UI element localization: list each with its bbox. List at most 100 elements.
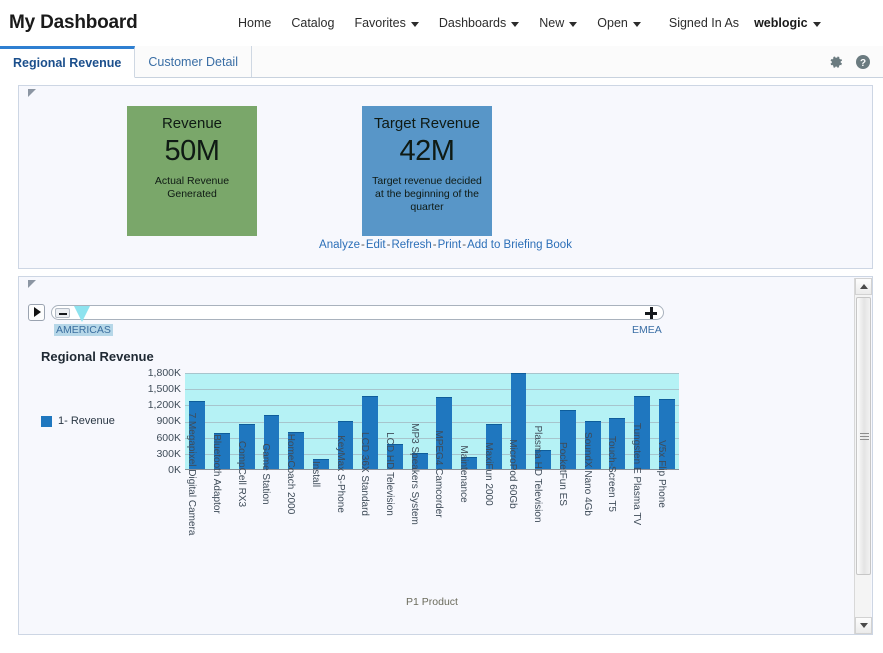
print-link[interactable]: Print [438, 239, 462, 251]
slider-minus-button[interactable] [55, 307, 70, 318]
x-label-slot: MicroPod 60Gb [506, 439, 531, 592]
x-label-slot: LCD HD Television [383, 432, 408, 592]
global-header: My Dashboard Home Catalog Favorites Dash… [0, 0, 883, 46]
tab-customer-detail[interactable]: Customer Detail [135, 46, 252, 77]
x-label-slot: Bluetooth Adaptor [210, 434, 235, 592]
x-label-slot: Install [309, 461, 334, 592]
y-axis-tick: 1,500K [147, 383, 181, 396]
x-axis-tick: 7 Megapixel Digital Camera [186, 412, 198, 536]
slider-plus-button[interactable] [645, 307, 657, 319]
chevron-down-icon [410, 21, 419, 27]
nav-item-label: Catalog [291, 16, 335, 30]
slider-play-button[interactable] [28, 303, 45, 321]
nav-item-home[interactable]: Home [228, 12, 281, 34]
tabstrip-actions: ? [828, 46, 883, 77]
kpi-tiles: Revenue 50M Actual Revenue Generated Tar… [19, 103, 872, 238]
slider-track[interactable] [51, 304, 664, 322]
x-axis-tick: MaxiFun 2000 [482, 442, 494, 506]
collapse-triangle-icon [28, 89, 36, 97]
x-axis-tick: Maintenance [458, 445, 470, 503]
kpi-tile-target-revenue[interactable]: Target Revenue 42M Target revenue decide… [362, 106, 492, 236]
kpi-section-collapse-handle[interactable] [19, 86, 872, 103]
x-label-slot: SoundX Nano 4Gb [580, 432, 605, 592]
nav-item-label: Dashboards [438, 16, 507, 30]
chart-plot-area: 1- Revenue 1,800K 1,500K 1,200K 900K 600K 300… [19, 367, 679, 618]
play-icon [34, 307, 41, 317]
kpi-description: Actual Revenue Generated [154, 175, 230, 200]
x-axis-tick: Game Station [260, 443, 272, 505]
x-label-slot: Maintenance [457, 445, 482, 592]
add-to-briefing-book-link[interactable]: Add to Briefing Book [467, 239, 572, 251]
x-label-slot: MPEG4 Camcorder [432, 430, 457, 592]
chart-title: Regional Revenue [41, 349, 154, 364]
slider-current-value: AMERICAS [54, 324, 113, 336]
kpi-value: 50M [164, 135, 220, 167]
x-axis-tick: Tungsten E Plasma TV [631, 422, 642, 526]
kpi-value: 42M [399, 135, 455, 167]
tab-label: Regional Revenue [13, 56, 122, 70]
scroll-down-button[interactable] [855, 617, 872, 634]
edit-link[interactable]: Edit [366, 239, 386, 251]
x-label-slot: Plasma HD Television [531, 425, 556, 592]
y-axis-tick: 0K [168, 463, 181, 476]
user-menu[interactable]: weblogic [739, 12, 830, 34]
nav-item-open[interactable]: Open [587, 12, 651, 34]
chevron-down-icon [569, 21, 578, 27]
scrollbar-grip-icon [860, 431, 869, 441]
region-slider [28, 300, 679, 324]
gear-icon[interactable] [828, 54, 844, 70]
y-axis-labels: 1,800K 1,500K 1,200K 900K 600K 300K 0K [129, 367, 181, 481]
x-axis-tick: HomeCoach 2000 [285, 433, 297, 515]
x-label-slot: Touch-Screen T5 [605, 436, 630, 592]
kpi-action-links: Analyze-Edit-Refresh-Print-Add to Briefi… [19, 238, 872, 251]
x-axis-tick: MPEG4 Camcorder [433, 430, 445, 518]
x-axis-tick: LCD 36X Standard [359, 432, 371, 516]
nav-item-label: Home [238, 16, 272, 30]
nav-item-dashboards[interactable]: Dashboards [429, 12, 529, 34]
nav-item-new[interactable]: New [529, 12, 587, 34]
x-label-slot: CompCell RX3 [234, 441, 259, 592]
refresh-link[interactable]: Refresh [391, 239, 431, 251]
legend-swatch [41, 415, 52, 427]
dashboard-tabs: Regional Revenue Customer Detail ? [0, 46, 883, 78]
x-axis-tick: MP3 Speakers System [408, 423, 420, 525]
slider-max-value: EMEA [632, 324, 662, 336]
kpi-title: Revenue [161, 115, 223, 132]
scroll-up-button[interactable] [855, 278, 872, 295]
chart-section-collapse-handle[interactable] [19, 277, 679, 294]
kpi-tile-revenue[interactable]: Revenue 50M Actual Revenue Generated [127, 106, 257, 236]
analyze-link[interactable]: Analyze [319, 239, 360, 251]
legend-label: 1- Revenue [58, 415, 115, 427]
x-axis-tick: LCD HD Television [383, 432, 395, 516]
x-axis-tick: CompCell RX3 [235, 440, 247, 508]
x-label-slot: LCD 36X Standard [358, 432, 383, 592]
x-axis-tick: SoundX Nano 4Gb [581, 432, 593, 516]
chart-vertical-scrollbar[interactable] [854, 278, 872, 634]
help-icon[interactable]: ? [855, 54, 871, 70]
nav-item-label: New [539, 16, 565, 30]
x-label-slot: PocketFun ES [556, 442, 581, 592]
nav-item-favorites[interactable]: Favorites [344, 12, 428, 34]
x-axis-tick: Touch-Screen T5 [606, 436, 618, 512]
nav-item-label: Open [597, 16, 628, 30]
chart-section: AMERICAS EMEA Regional Revenue 1- Revenu… [18, 276, 873, 635]
x-label-slot: Game Station [259, 443, 284, 592]
scrollbar-thumb[interactable] [856, 297, 871, 575]
slider-value-labels: AMERICAS EMEA [28, 324, 679, 340]
tab-regional-revenue[interactable]: Regional Revenue [0, 46, 136, 78]
y-axis-tick: 900K [156, 415, 181, 428]
kpi-section: Revenue 50M Actual Revenue Generated Tar… [18, 85, 873, 269]
nav-item-catalog[interactable]: Catalog [281, 12, 344, 34]
global-nav: Home Catalog Favorites Dashboards New Op… [228, 0, 877, 46]
x-label-slot: V5x Flip Phone [654, 440, 679, 592]
chevron-down-icon [859, 623, 868, 628]
x-axis-tick: KeyMax S-Phone [334, 435, 346, 513]
kpi-description: Target revenue decided at the beginning … [372, 175, 482, 213]
tabstrip-filler [252, 46, 828, 77]
x-label-slot: HomeCoach 2000 [284, 434, 309, 592]
chart-content: AMERICAS EMEA Regional Revenue 1- Revenu… [19, 277, 679, 618]
user-name: weblogic [754, 16, 808, 30]
signed-in-as-label: Signed In As [668, 16, 740, 30]
slider-thumb[interactable] [74, 305, 90, 322]
nav-item-label: Favorites [354, 16, 406, 30]
